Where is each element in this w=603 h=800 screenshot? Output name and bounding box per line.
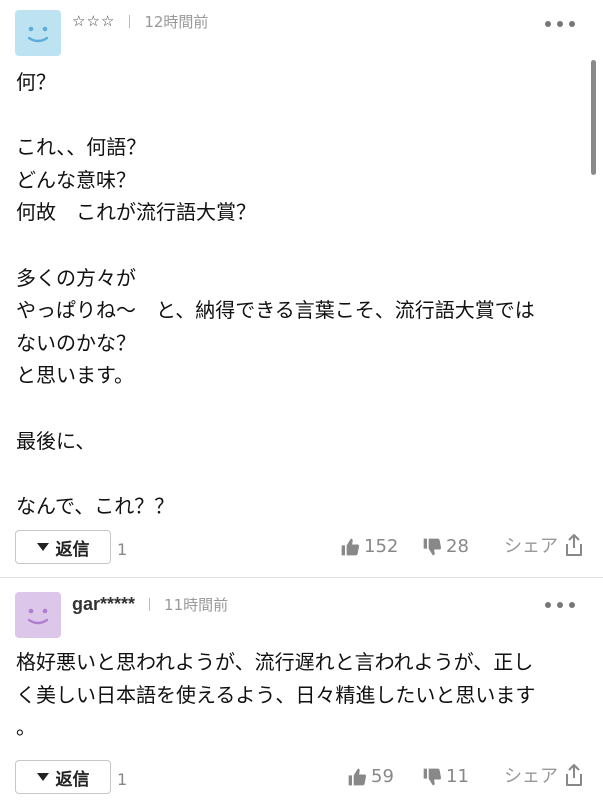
dislike-button[interactable]: 28 bbox=[422, 536, 469, 557]
thumbs-down-icon bbox=[423, 768, 442, 785]
comment-body: 何？ これ、、何語？ どんな意味？ 何故 これが流行語大賞？ 多くの方々が やっ… bbox=[16, 70, 535, 518]
reply-button[interactable]: 返信 bbox=[15, 760, 111, 794]
more-dots-icon[interactable] bbox=[545, 598, 575, 612]
thumbs-down-icon bbox=[423, 538, 442, 555]
more-dots-icon[interactable] bbox=[545, 17, 575, 31]
reply-button[interactable]: 返信 bbox=[15, 530, 111, 564]
comment-1: ☆☆☆ 12時間前 何？ これ、、何語？ どんな意味？ 何故 これが流行語大賞？… bbox=[0, 0, 603, 578]
reply-count: 1 bbox=[117, 540, 128, 559]
comment-meta: ☆☆☆ 12時間前 bbox=[72, 10, 208, 32]
like-count: 152 bbox=[364, 536, 399, 557]
share-icon bbox=[566, 534, 582, 556]
meta-divider bbox=[129, 14, 131, 28]
avatar[interactable] bbox=[15, 592, 61, 638]
share-label: シェア bbox=[504, 536, 558, 557]
reply-count: 1 bbox=[117, 770, 128, 789]
thumbs-up-icon bbox=[348, 768, 367, 785]
share-button[interactable]: シェア bbox=[504, 532, 585, 558]
comment-time: 11時間前 bbox=[164, 595, 229, 614]
dislike-count: 28 bbox=[446, 536, 469, 557]
thumbs-up-icon bbox=[341, 538, 360, 555]
username[interactable]: gar***** bbox=[72, 594, 135, 615]
comment-meta: gar***** 11時間前 bbox=[72, 593, 228, 615]
meta-divider bbox=[149, 597, 151, 611]
comment-actions: 返信 1 152 28 シェア bbox=[0, 530, 603, 564]
triangle-down-icon bbox=[36, 543, 49, 551]
scrollbar[interactable] bbox=[591, 60, 596, 175]
reply-label: 返信 bbox=[55, 769, 90, 790]
like-count: 59 bbox=[371, 766, 394, 787]
reply-label: 返信 bbox=[55, 539, 90, 560]
share-label: シェア bbox=[504, 766, 558, 787]
avatar[interactable] bbox=[15, 10, 61, 56]
dislike-count: 11 bbox=[446, 766, 469, 787]
like-button[interactable]: 59 bbox=[347, 766, 394, 787]
dislike-button[interactable]: 11 bbox=[422, 766, 469, 787]
user-stars: ☆☆☆ bbox=[72, 12, 116, 30]
avatar-smiley-icon bbox=[27, 608, 49, 625]
comment-2: gar***** 11時間前 格好悪いと思われようが、流行遅れと言われようが、正… bbox=[0, 578, 603, 800]
comment-time: 12時間前 bbox=[144, 12, 209, 31]
comment-actions: 返信 1 59 11 シェア bbox=[0, 760, 603, 794]
share-icon bbox=[566, 764, 582, 786]
like-button[interactable]: 152 bbox=[340, 536, 398, 557]
triangle-down-icon bbox=[36, 773, 49, 781]
share-button[interactable]: シェア bbox=[504, 762, 585, 788]
comment-body: 格好悪いと思われようが、流行遅れと言われようが、正し く美しい日本語を使えるよう… bbox=[16, 650, 536, 740]
avatar-smiley-icon bbox=[27, 26, 49, 43]
